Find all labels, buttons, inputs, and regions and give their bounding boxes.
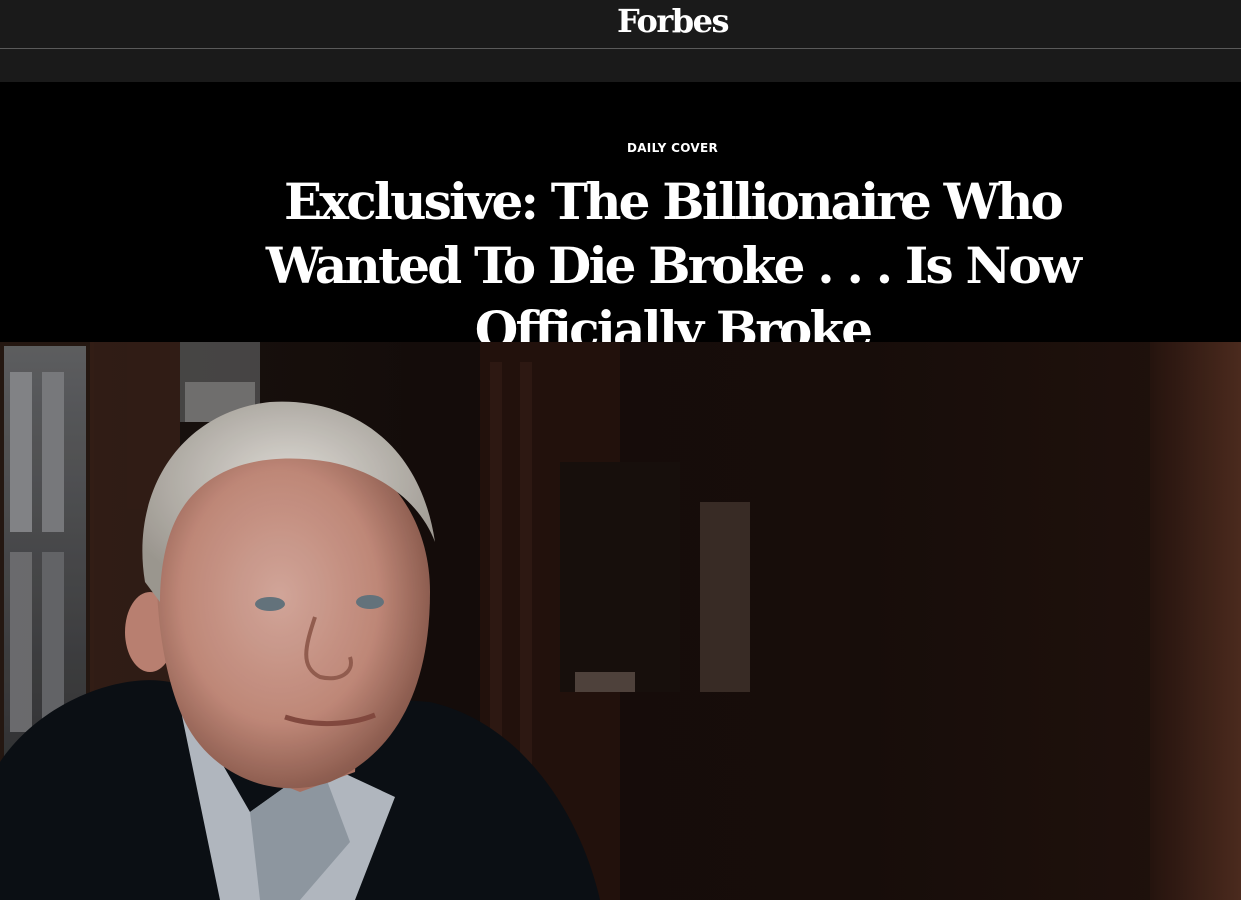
article-cover-photo xyxy=(0,342,1241,900)
portrait-image xyxy=(0,342,1241,900)
site-header: Forbes xyxy=(0,0,1241,49)
article-kicker[interactable]: DAILY COVER xyxy=(0,141,1241,155)
navigation-bar xyxy=(0,49,1241,82)
article-hero: DAILY COVER Exclusive: The Billionaire W… xyxy=(0,82,1241,359)
forbes-logo[interactable]: Forbes xyxy=(617,5,729,37)
photo-vignette xyxy=(0,342,1241,900)
article-headline: Exclusive: The Billionaire Who Wanted To… xyxy=(265,172,1082,359)
